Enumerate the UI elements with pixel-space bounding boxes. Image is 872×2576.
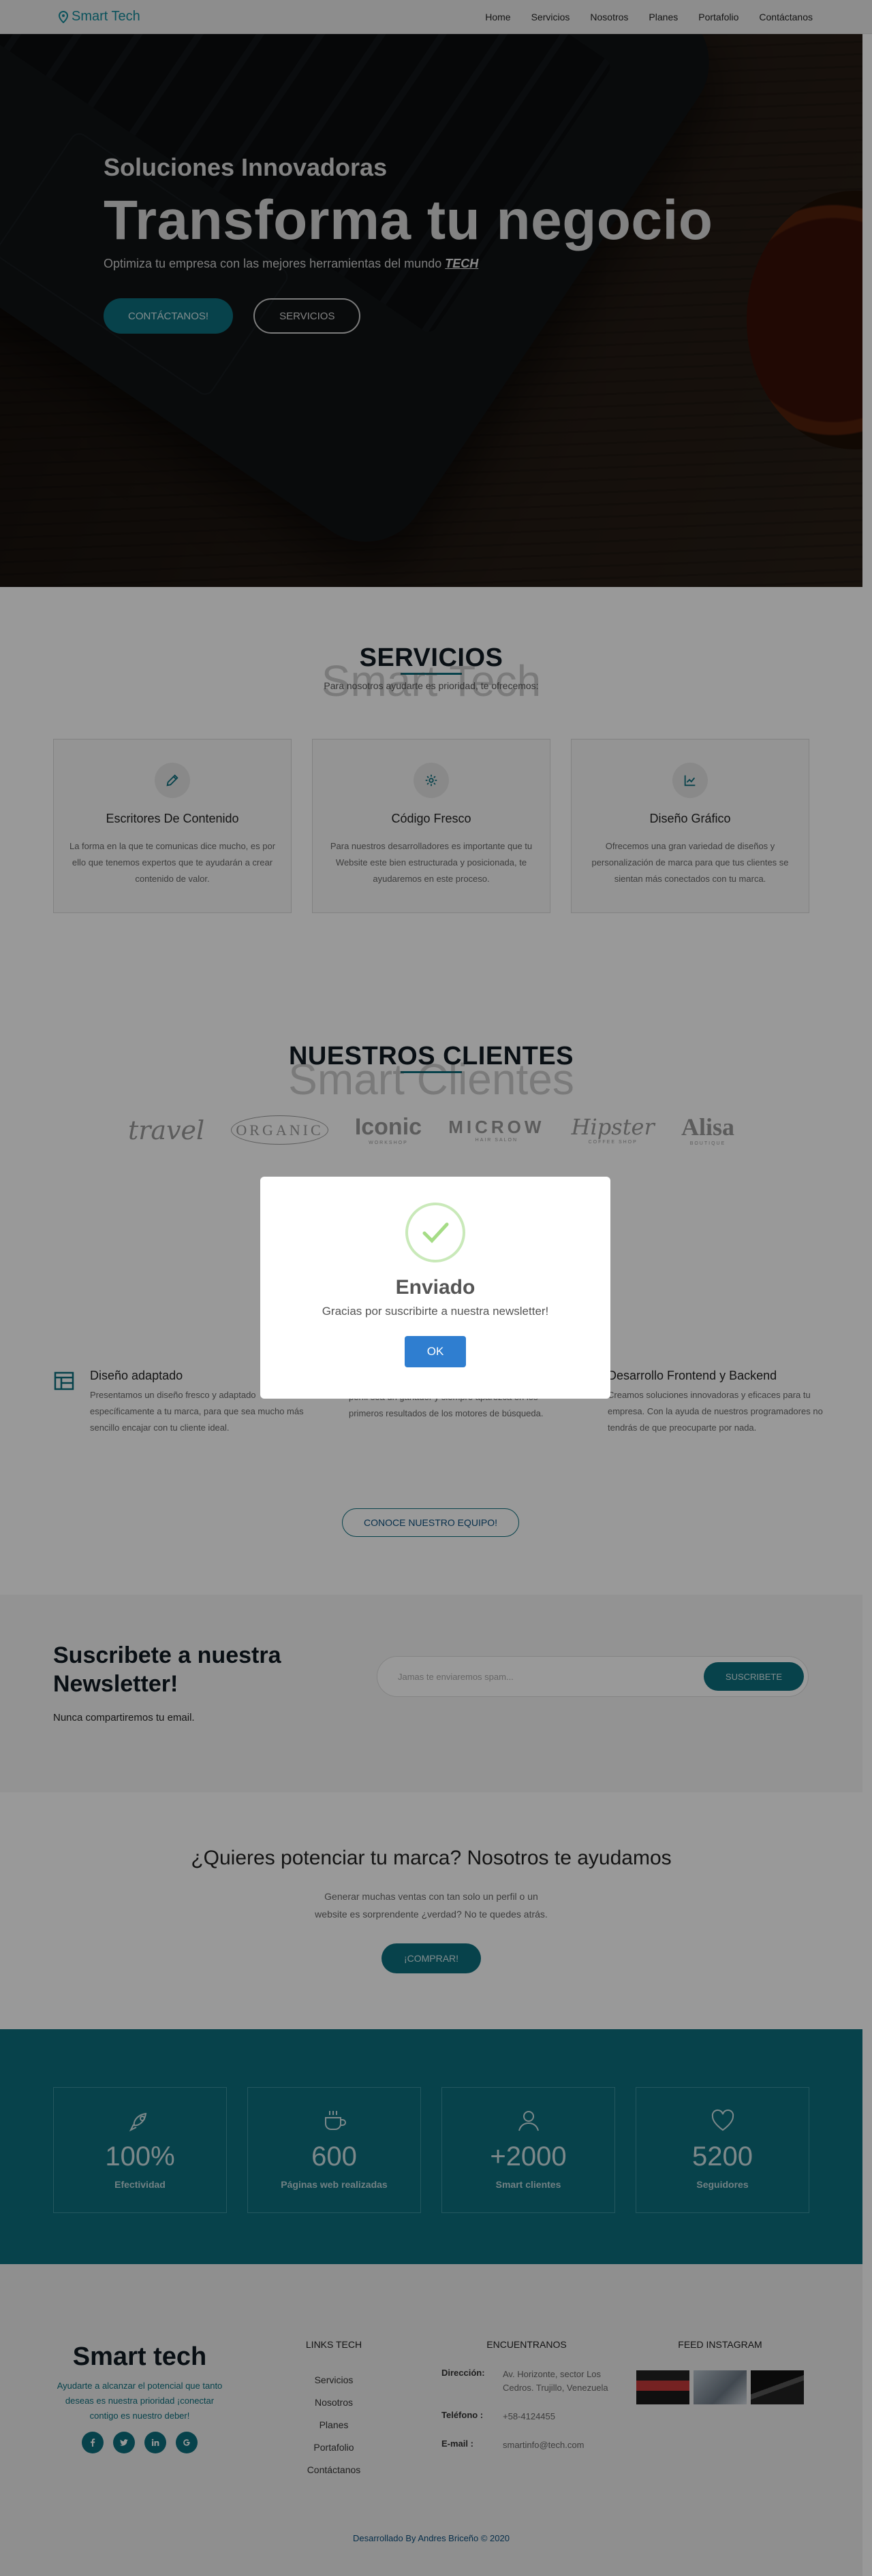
success-dialog: Enviado Gracias por suscribirte a nuestr… bbox=[260, 1177, 610, 1399]
page: Smart Tech Home Servicios Nosotros Plane… bbox=[0, 0, 872, 2576]
dialog-message: Gracias por suscribirte a nuestra newsle… bbox=[322, 1305, 549, 1318]
success-check-icon bbox=[405, 1203, 465, 1262]
dialog-title: Enviado bbox=[395, 1276, 476, 1299]
ok-button[interactable]: OK bbox=[405, 1336, 466, 1367]
